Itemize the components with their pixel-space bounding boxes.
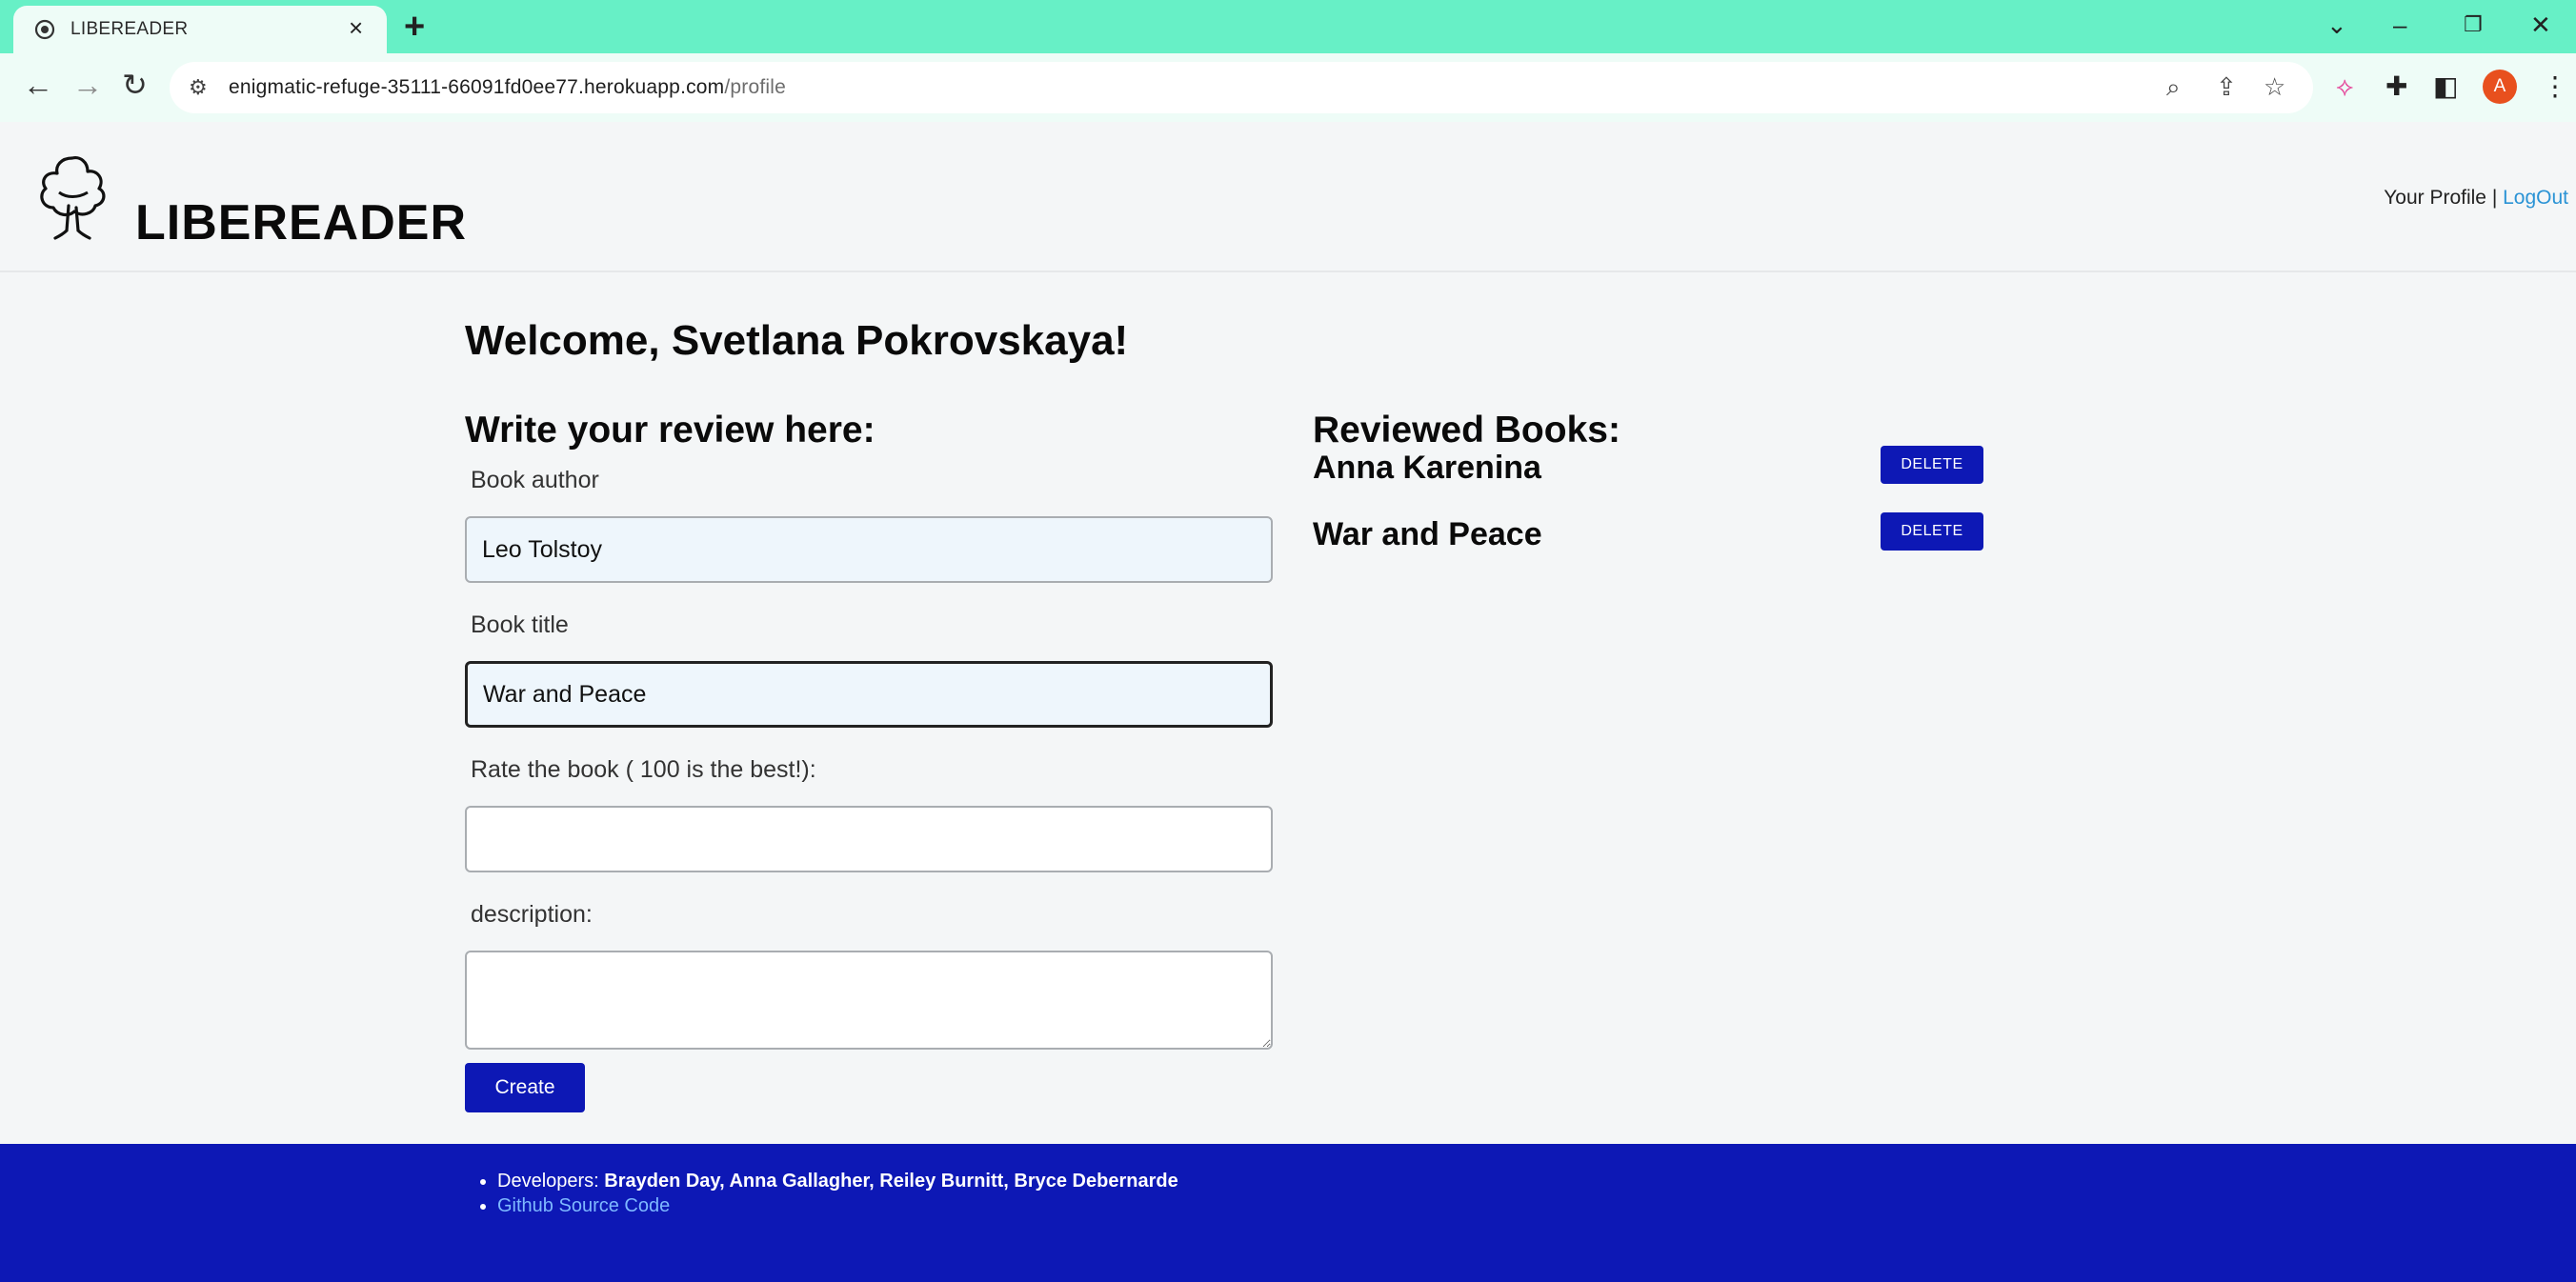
zoom-icon[interactable]: ⌕	[2166, 72, 2181, 103]
tab-close-icon[interactable]: ×	[349, 14, 363, 41]
site-header: LIBEREADER Your Profile | LogOut	[0, 122, 2576, 272]
bookmark-star-icon[interactable]: ☆	[2264, 72, 2285, 102]
extension-icon[interactable]: ⟡	[2336, 70, 2354, 103]
developers-item: Developers: Brayden Day, Anna Gallagher,…	[497, 1169, 1178, 1193]
form-heading: Write your review here:	[465, 410, 875, 451]
review-form: Write your review here: Book author Book…	[465, 410, 1275, 1112]
footer-list: Developers: Brayden Day, Anna Gallagher,…	[497, 1169, 1178, 1218]
review-title: Anna Karenina	[1313, 450, 1541, 486]
browser-tab-strip: LIBEREADER × + ⌄ – ❐ ✕	[0, 0, 2576, 53]
back-arrow-icon[interactable]: ←	[23, 66, 53, 104]
site-brand[interactable]: LIBEREADER	[135, 194, 467, 251]
logout-link[interactable]: LogOut	[2503, 187, 2568, 209]
delete-button[interactable]: DELETE	[1881, 446, 1983, 484]
user-nav: Your Profile | LogOut	[2384, 187, 2568, 210]
tab-search-chevron-icon[interactable]: ⌄	[2326, 6, 2347, 44]
share-icon[interactable]: ⇪	[2216, 72, 2237, 102]
forward-arrow-icon[interactable]: →	[72, 66, 103, 104]
minimize-icon[interactable]: –	[2393, 6, 2406, 44]
delete-button[interactable]: DELETE	[1881, 512, 1983, 551]
github-link[interactable]: Github Source Code	[497, 1195, 670, 1216]
tab-title: LIBEREADER	[70, 19, 189, 39]
review-item: Anna Karenina DELETE	[1313, 446, 1983, 518]
author-input[interactable]	[465, 516, 1273, 583]
rating-input[interactable]	[465, 806, 1273, 872]
developers-names: Brayden Day, Anna Gallagher, Reiley Burn…	[604, 1171, 1178, 1192]
url-text[interactable]: enigmatic-refuge-35111-66091fd0ee77.hero…	[229, 76, 786, 99]
reviewed-books: Reviewed Books: Anna Karenina DELETE War…	[1313, 410, 1983, 585]
side-panel-icon[interactable]: ◧	[2433, 70, 2458, 103]
kebab-menu-icon[interactable]: ⋮	[2542, 70, 2568, 103]
close-window-icon[interactable]: ✕	[2530, 6, 2551, 44]
puzzle-extensions-icon[interactable]: ✚	[2385, 70, 2407, 103]
description-label: description:	[471, 901, 593, 928]
create-button[interactable]: Create	[465, 1063, 585, 1112]
address-bar[interactable]: ⚙ enigmatic-refuge-35111-66091fd0ee77.he…	[170, 62, 2313, 113]
restore-icon[interactable]: ❐	[2464, 6, 2483, 44]
developers-prefix: Developers:	[497, 1171, 605, 1192]
review-item: War and Peace DELETE	[1313, 512, 1983, 585]
review-title: War and Peace	[1313, 516, 1542, 552]
nav-separator: |	[2485, 187, 2504, 209]
tree-logo-icon[interactable]	[34, 150, 111, 246]
site-footer: Developers: Brayden Day, Anna Gallagher,…	[0, 1144, 2576, 1282]
title-input[interactable]	[465, 661, 1273, 728]
reload-icon[interactable]: ↻	[122, 66, 148, 104]
welcome-heading: Welcome, Svetlana Pokrovskaya!	[465, 317, 1129, 364]
github-item: Github Source Code	[497, 1193, 1178, 1218]
profile-avatar[interactable]: A	[2483, 70, 2517, 104]
browser-tab[interactable]: LIBEREADER ×	[13, 6, 387, 53]
description-textarea[interactable]	[465, 951, 1273, 1050]
title-label: Book title	[471, 611, 569, 638]
reviewed-books-heading: Reviewed Books:	[1313, 410, 1620, 451]
rating-label: Rate the book ( 100 is the best!):	[471, 756, 816, 783]
author-label: Book author	[471, 467, 599, 493]
site-settings-icon[interactable]: ⚙	[189, 75, 208, 100]
browser-toolbar: ← → ↻ ⚙ enigmatic-refuge-35111-66091fd0e…	[0, 53, 2576, 122]
your-profile-link[interactable]: Your Profile	[2384, 187, 2486, 209]
new-tab-icon[interactable]: +	[404, 4, 425, 50]
globe-icon	[34, 19, 55, 40]
